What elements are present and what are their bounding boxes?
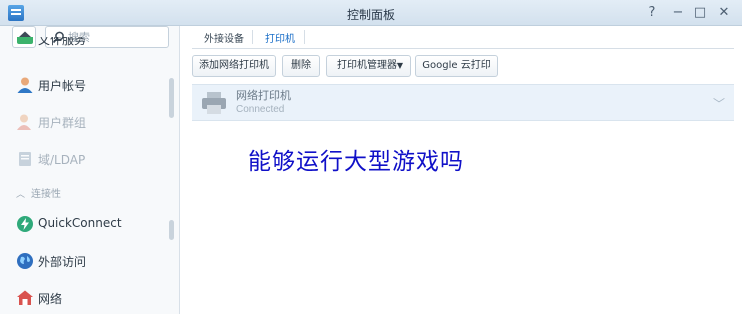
sidebar-scrollbar-thumb[interactable] [169,78,174,118]
printer-status: Connected [236,104,285,115]
sidebar-item-network[interactable]: 网络 [16,286,166,310]
domain-icon [16,150,34,168]
sidebar-item-label: QuickConnect [38,216,122,230]
help-button[interactable]: ? [642,3,662,23]
tab-bar: 外接设备 打印机 [192,26,734,49]
section-connectivity-header[interactable]: ︿ 连接性 [16,185,61,200]
chevron-up-icon: ︿ [16,190,26,200]
google-cloud-print-button[interactable]: Google 云打印 [415,55,498,77]
printer-manager-dropdown[interactable]: 打印机管理器 ▼ [326,55,411,77]
sidebar-item-quickconnect[interactable]: QuickConnect [16,212,166,236]
delete-button[interactable]: 删除 [282,55,320,77]
window-title: 控制面板 [346,8,395,22]
printer-name: 网络打印机 [236,89,291,102]
overlay-caption: 能够运行大型游戏吗 [248,149,464,175]
sidebar-item-label: 域/LDAP [38,153,86,167]
sidebar-item-external-access[interactable]: 外部访问 [16,249,166,273]
maximize-button[interactable]: □ [690,3,710,23]
file-services-icon [16,37,34,46]
printer-manager-label: 打印机管理器 [337,60,397,71]
sidebar-item-user-groups[interactable]: 用户群组 [16,110,166,134]
sidebar-item-label: 网络 [38,292,63,306]
add-network-printer-button[interactable]: 添加网络打印机 [192,55,276,77]
section-label: 连接性 [31,189,62,200]
sidebar-item-label: 外部访问 [38,255,87,269]
network-icon [16,289,34,307]
printer-icon [201,91,227,118]
quickconnect-icon [16,215,34,233]
sidebar-scrollbar-thumb-secondary[interactable] [169,220,174,240]
sidebar-item-label: 文件服务 [38,37,87,47]
printer-list-row[interactable]: 网络打印机 Connected ﹀ [192,84,734,121]
caret-down-icon: ▼ [396,61,403,70]
group-icon [16,113,34,131]
title-bar: 控制面板 ? − □ ✕ [0,0,742,26]
minimize-button[interactable]: − [668,3,688,23]
sidebar-item-file-services[interactable]: 文件服务 [16,37,166,51]
tab-external-devices[interactable]: 外接设备 [204,30,244,45]
tab-divider [252,30,253,44]
sidebar-item-user-accounts[interactable]: 用户帐号 [16,73,166,97]
chevron-down-icon[interactable]: ﹀ [713,95,725,112]
close-button[interactable]: ✕ [714,3,734,23]
globe-icon [16,252,34,270]
sidebar-item-label: 用户帐号 [38,79,87,93]
user-icon [16,76,34,94]
sidebar-item-label: 用户群组 [38,116,87,130]
sidebar: 文件服务 用户帐号 用户群组 域/LDAP ︿连接性 QuickConnect … [0,26,180,314]
tab-printers[interactable]: 打印机 [265,30,295,45]
tab-divider [304,30,305,44]
sidebar-item-domain-ldap[interactable]: 域/LDAP [16,147,166,171]
